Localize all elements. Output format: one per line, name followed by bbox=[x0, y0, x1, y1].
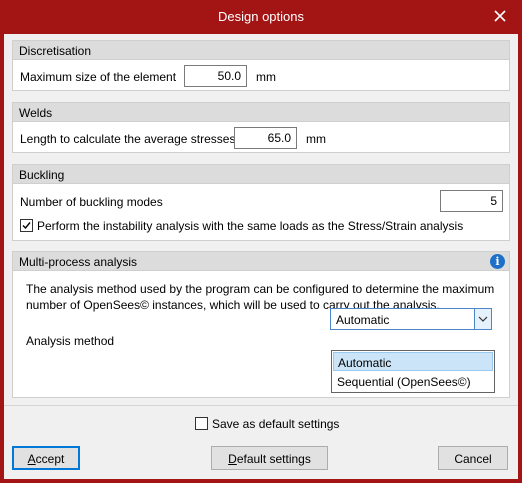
max-size-unit: mm bbox=[256, 70, 276, 84]
dropdown-option-sequential[interactable]: Sequential (OpenSees©) bbox=[333, 372, 493, 391]
max-size-input[interactable]: 50.0 bbox=[184, 65, 247, 87]
accept-button[interactable]: Accept bbox=[12, 446, 80, 470]
save-default-label[interactable]: Save as default settings bbox=[212, 417, 339, 431]
dialog-window: Design options Discretisation Maximum si… bbox=[0, 0, 522, 483]
same-loads-checkbox[interactable] bbox=[20, 219, 33, 232]
same-loads-label[interactable]: Perform the instability analysis with th… bbox=[37, 219, 463, 233]
accept-mnemonic: A bbox=[27, 452, 36, 466]
weld-length-input[interactable]: 65.0 bbox=[234, 127, 297, 149]
welds-header: Welds bbox=[13, 103, 509, 122]
default-settings-mnemonic: D bbox=[228, 452, 237, 466]
analysis-method-value: Automatic bbox=[336, 313, 390, 327]
buckling-modes-input[interactable]: 5 bbox=[440, 190, 503, 212]
dialog-title: Design options bbox=[218, 9, 304, 24]
chevron-down-icon[interactable] bbox=[474, 309, 491, 329]
analysis-method-label: Analysis method bbox=[26, 334, 115, 348]
dropdown-option-automatic[interactable]: Automatic bbox=[333, 352, 493, 371]
info-icon[interactable]: i bbox=[490, 254, 505, 269]
weld-length-label: Length to calculate the average stresses bbox=[20, 132, 236, 146]
dialog-body: Discretisation Maximum size of the eleme… bbox=[4, 34, 518, 479]
weld-length-unit: mm bbox=[306, 132, 326, 146]
analysis-method-dropdown: Automatic Sequential (OpenSees©) bbox=[331, 350, 495, 393]
close-icon[interactable] bbox=[490, 6, 510, 26]
max-size-label: Maximum size of the element bbox=[20, 70, 177, 84]
save-default-checkbox[interactable] bbox=[195, 417, 208, 430]
buckling-modes-label: Number of buckling modes bbox=[20, 195, 163, 209]
multiprocess-description-line1: The analysis method used by the program … bbox=[26, 282, 495, 296]
checkmark-icon bbox=[22, 222, 31, 230]
cancel-button[interactable]: Cancel bbox=[438, 446, 508, 470]
accept-label: ccept bbox=[35, 452, 65, 466]
default-settings-label: efault settings bbox=[236, 452, 311, 466]
buckling-header: Buckling bbox=[13, 165, 509, 184]
discretisation-header: Discretisation bbox=[13, 41, 509, 60]
footer-separator bbox=[4, 405, 518, 406]
default-settings-button[interactable]: Default settings bbox=[211, 446, 328, 470]
multiprocess-header: Multi-process analysis bbox=[13, 252, 509, 271]
title-bar[interactable]: Design options bbox=[0, 0, 522, 34]
buckling-group: Buckling Number of buckling modes 5 Perf… bbox=[12, 164, 510, 241]
discretisation-group: Discretisation Maximum size of the eleme… bbox=[12, 40, 510, 91]
analysis-method-select[interactable]: Automatic bbox=[330, 308, 492, 330]
welds-group: Welds Length to calculate the average st… bbox=[12, 102, 510, 153]
